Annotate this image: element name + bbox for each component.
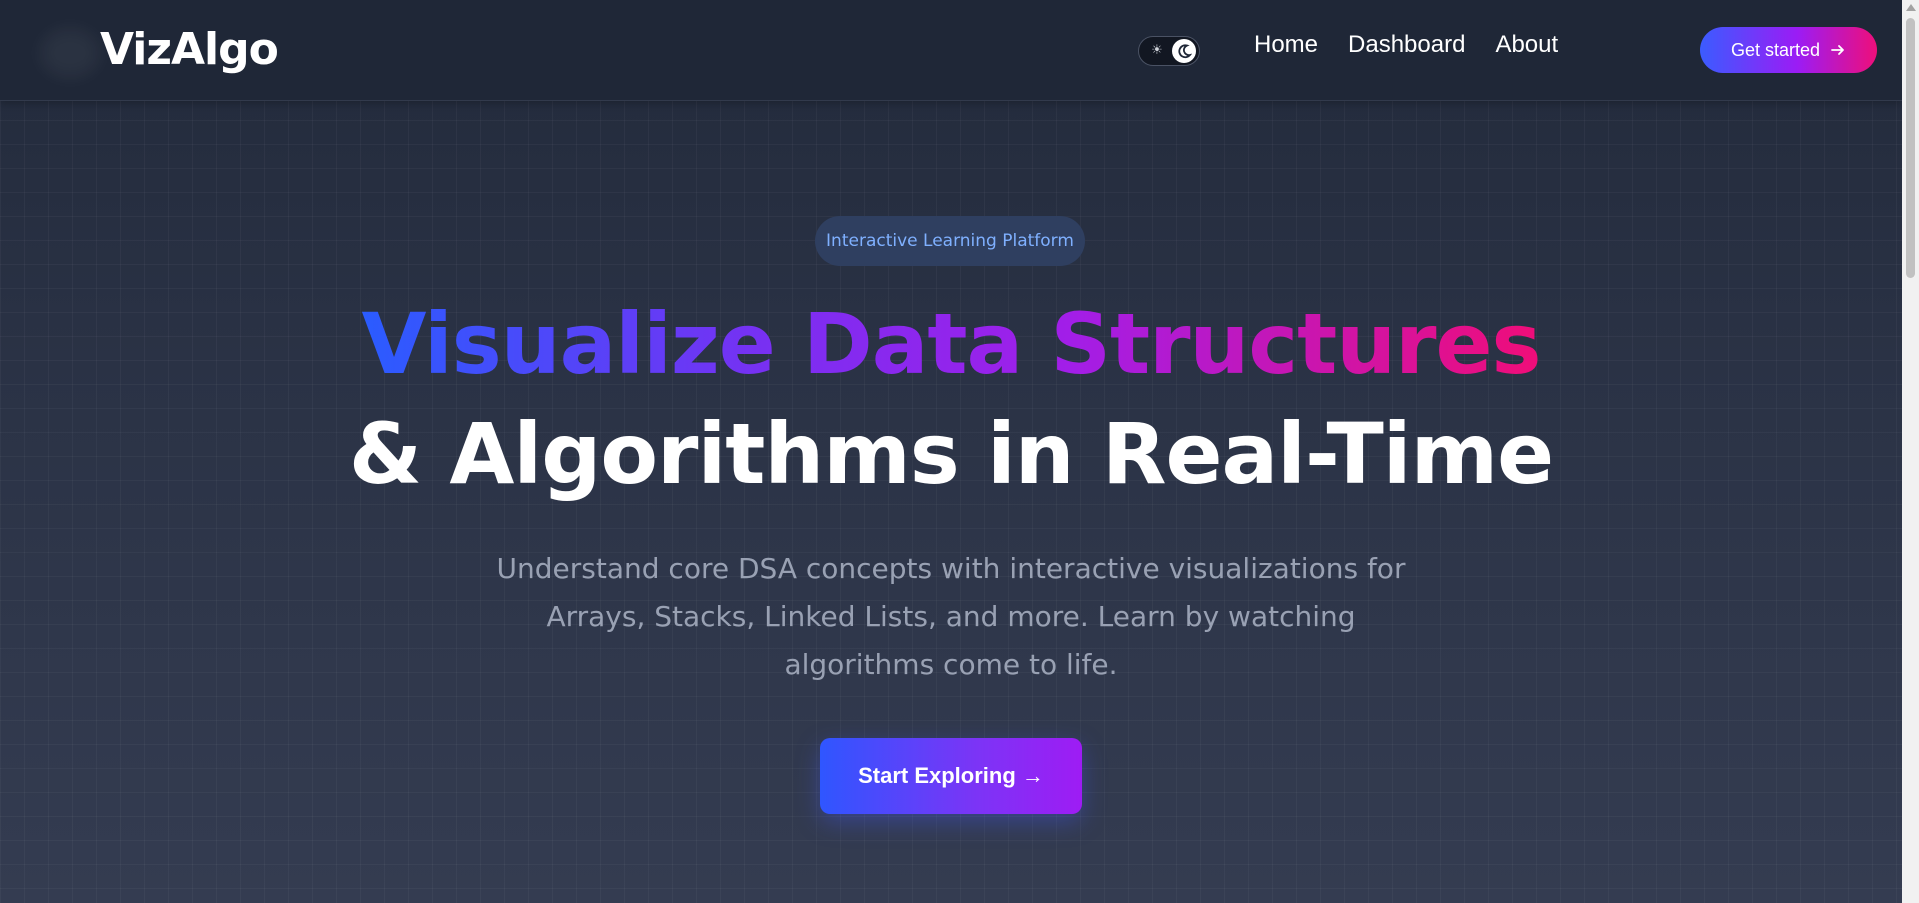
get-started-label: Get started [1730,39,1821,60]
theme-toggle[interactable]: ☀ [1138,36,1200,66]
sun-icon: ☀ [1151,43,1163,58]
toggle-knob [1172,39,1196,63]
hero-title-line2: & Algorithms in Real-Time [348,405,1554,503]
hero-badge: Interactive Learning Platform [815,216,1085,266]
hero-subtitle: Understand core DSA concepts with intera… [496,552,1406,681]
hero-title-gradient: Visualize Data Structures [0,295,1902,393]
hero-title-line1: Visualize Data Structures [361,295,1541,393]
nav-about[interactable]: About [1495,31,1558,59]
logo-glow [40,28,100,78]
main-nav: Home Dashboard About [1254,31,1558,59]
get-started-button[interactable]: Get started [1700,27,1877,73]
top-navbar: VizAlgo ☀ Home Dashboard About Get start… [0,0,1902,101]
scroll-up-arrow-icon[interactable] [1906,4,1916,11]
logo[interactable]: VizAlgo [100,24,279,75]
arrow-right-icon [1831,45,1844,55]
moon-icon [1178,44,1192,59]
scrollbar-thumb[interactable] [1906,18,1915,278]
nav-dashboard[interactable]: Dashboard [1348,31,1465,59]
nav-home[interactable]: Home [1254,31,1318,59]
start-exploring-button[interactable]: Start Exploring → [820,738,1082,814]
vertical-scrollbar[interactable] [1902,0,1919,903]
